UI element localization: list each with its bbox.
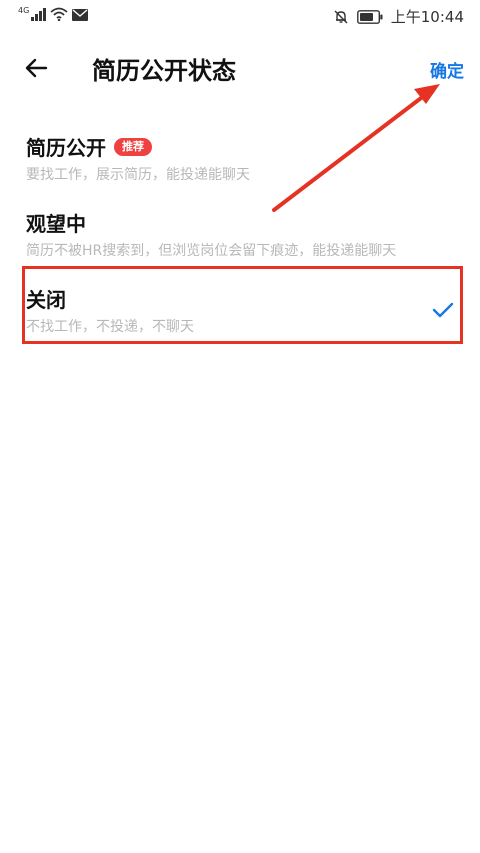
arrow-left-icon	[25, 58, 48, 78]
option-resume-public[interactable]: 简历公开 推荐 要找工作，展示简历，能投递能聊天	[0, 132, 480, 208]
recommend-badge: 推荐	[114, 137, 152, 156]
option-title: 简历公开	[26, 136, 106, 160]
status-time: 上午10:44	[390, 8, 464, 26]
mail-icon	[71, 9, 88, 21]
annotation-highlight-box	[22, 266, 463, 344]
header: 简历公开状态 确定	[0, 40, 480, 96]
option-desc: 简历不被HR搜索到，但浏览岗位会留下痕迹，能投递能聊天	[26, 243, 397, 259]
bell-muted-icon	[334, 10, 348, 23]
battery-icon	[356, 9, 383, 24]
annotation-arrow	[272, 84, 440, 212]
back-button[interactable]	[14, 50, 58, 86]
status-right: 上午10:44	[333, 6, 464, 27]
option-title-row: 观望中	[26, 208, 86, 237]
wifi-icon	[50, 7, 68, 21]
option-title-row: 简历公开 推荐	[26, 132, 152, 161]
status-bar: 4G 上午10:44	[0, 0, 480, 34]
option-title: 观望中	[26, 212, 86, 236]
signal-icon	[31, 7, 46, 21]
network-type: 4G	[18, 6, 30, 15]
status-left: 4G	[18, 7, 88, 21]
confirm-button[interactable]: 确定	[430, 57, 464, 82]
option-desc: 要找工作，展示简历，能投递能聊天	[26, 167, 250, 183]
page-title: 简历公开状态	[92, 57, 236, 85]
